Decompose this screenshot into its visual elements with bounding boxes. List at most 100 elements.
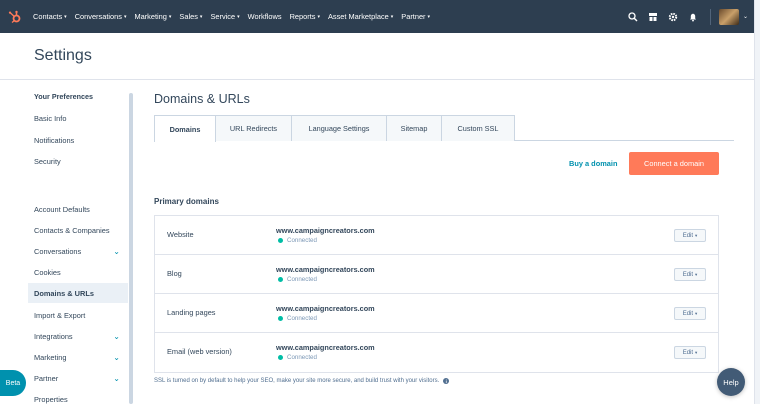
sidebar-item-label: Cookies xyxy=(34,267,61,277)
edit-label: Edit xyxy=(682,271,694,278)
sidebar-item-properties[interactable]: Properties xyxy=(28,389,128,404)
sidebar-item-label: Properties xyxy=(34,394,68,404)
sidebar-item-label: Import & Export xyxy=(34,310,86,320)
sidebar-item-cookies[interactable]: Cookies xyxy=(28,262,128,282)
sidebar-item-notifications[interactable]: Notifications xyxy=(28,130,128,150)
chevron-down-icon: ▾ xyxy=(199,13,203,20)
chevron-down-icon: ▾ xyxy=(317,13,320,20)
status-dot-icon xyxy=(278,238,283,243)
nav-item-label: Service xyxy=(210,12,236,21)
chevron-down-icon: ▾ xyxy=(390,13,394,20)
tab-domains[interactable]: Domains xyxy=(154,115,216,142)
status-text: Connected xyxy=(287,237,317,244)
chevron-down-icon[interactable]: ⌄ xyxy=(113,247,120,256)
nav-item-label: Partner xyxy=(401,12,426,21)
sidebar-item-domains-urls[interactable]: Domains & URLs xyxy=(28,283,128,303)
sidebar-item-label: Partner xyxy=(34,373,59,383)
nav-divider xyxy=(709,8,711,25)
chevron-down-icon[interactable]: ⌄ xyxy=(113,332,120,341)
gear-icon[interactable] xyxy=(664,12,682,22)
sidebar-item-marketing[interactable]: Marketing ⌄ xyxy=(28,347,128,367)
chevron-down-icon: ▾ xyxy=(695,232,698,238)
tab-sitemap[interactable]: Sitemap xyxy=(386,115,442,141)
sidebar-item-contacts-companies[interactable]: Contacts & Companies xyxy=(28,220,128,240)
connect-domain-button[interactable]: Connect a domain xyxy=(629,152,719,175)
status-text: Connected xyxy=(287,276,317,283)
nav-item-contacts[interactable]: Contacts ▾ xyxy=(33,12,67,21)
nav-item-asset-marketplace[interactable]: Asset Marketplace ▾ xyxy=(328,12,393,21)
sidebar-item-label: Security xyxy=(34,156,61,166)
avatar[interactable] xyxy=(718,8,739,25)
status-text: Connected xyxy=(287,354,317,361)
status-badge: Connected xyxy=(278,354,317,361)
nav-item-marketing[interactable]: Marketing ▾ xyxy=(134,12,171,21)
tab-custom-ssl[interactable]: Custom SSL xyxy=(441,115,515,141)
edit-button[interactable]: Edit ▾ xyxy=(674,307,706,320)
row-label: Blog xyxy=(167,269,182,278)
sidebar-heading: Your Preferences xyxy=(34,92,93,101)
edit-button[interactable]: Edit ▾ xyxy=(674,229,706,242)
table-row: Website www.campaigncreators.com Connected… xyxy=(155,216,718,255)
page-title: Settings xyxy=(34,47,92,64)
hubspot-logo[interactable] xyxy=(0,10,30,24)
nav-menu: Contacts ▾ Conversations ▾ Marketing ▾ Sales ▾ S… xyxy=(33,12,438,21)
window-scrollbar[interactable] xyxy=(754,0,760,404)
nav-item-conversations[interactable]: Conversations ▾ xyxy=(75,12,127,21)
status-badge: Connected xyxy=(278,315,317,322)
status-dot-icon xyxy=(278,277,283,282)
edit-label: Edit xyxy=(682,349,694,356)
info-icon[interactable]: i xyxy=(443,378,450,384)
tab-url-redirects[interactable]: URL Redirects xyxy=(215,115,292,141)
ssl-note: SSL is turned on by default to help your… xyxy=(154,378,450,384)
row-label: Website xyxy=(167,230,194,239)
tab-bar: Domains URL Redirects Language Settings Sit… xyxy=(154,115,734,142)
sidebar-scrollbar[interactable] xyxy=(129,93,133,404)
nav-item-label: Marketing xyxy=(134,12,167,21)
nav-item-label: Conversations xyxy=(74,12,122,21)
search-icon[interactable] xyxy=(624,11,642,22)
nav-item-sales[interactable]: Sales ▾ xyxy=(179,12,202,21)
sidebar-item-label: Account Defaults xyxy=(34,204,90,214)
nav-item-label: Workflows xyxy=(247,12,282,21)
nav-item-service[interactable]: Service ▾ xyxy=(210,12,239,21)
edit-button[interactable]: Edit ▾ xyxy=(674,268,706,281)
chevron-down-icon: ▾ xyxy=(695,310,698,316)
buy-domain-link[interactable]: Buy a domain xyxy=(569,159,617,168)
status-dot-icon xyxy=(278,316,283,321)
chevron-down-icon[interactable]: ⌄ xyxy=(113,353,120,362)
row-label: Email (web version) xyxy=(167,347,232,356)
chevron-down-icon: ▾ xyxy=(123,13,127,20)
domain-url: www.campaigncreators.com xyxy=(276,226,375,235)
page-header: Settings xyxy=(0,33,754,80)
chevron-down-icon: ▾ xyxy=(168,13,172,20)
domain-url: www.campaigncreators.com xyxy=(276,304,375,313)
sidebar-item-integrations[interactable]: Integrations ⌄ xyxy=(28,326,128,346)
sidebar-item-label: Basic Info xyxy=(34,113,67,123)
sidebar-item-label: Integrations xyxy=(34,331,73,341)
sidebar-item-basic-info[interactable]: Basic Info xyxy=(28,108,128,128)
edit-button[interactable]: Edit ▾ xyxy=(674,346,706,359)
sidebar-item-conversations[interactable]: Conversations ⌄ xyxy=(28,241,128,261)
sidebar-item-partner[interactable]: Partner ⌄ xyxy=(28,368,128,388)
sidebar-item-account-defaults[interactable]: Account Defaults xyxy=(28,199,128,219)
sidebar-item-security[interactable]: Security xyxy=(28,151,128,171)
sidebar-item-import-export[interactable]: Import & Export xyxy=(28,305,128,325)
domain-url: www.campaigncreators.com xyxy=(276,265,375,274)
nav-item-workflows[interactable]: Workflows xyxy=(248,12,282,21)
bell-icon[interactable] xyxy=(684,12,702,22)
sidebar-item-label: Contacts & Companies xyxy=(34,225,110,235)
chevron-down-icon[interactable]: ⌄ xyxy=(113,374,120,383)
nav-item-partner[interactable]: Partner ▾ xyxy=(401,12,430,21)
nav-item-label: Sales xyxy=(179,12,198,21)
tab-language-settings[interactable]: Language Settings xyxy=(291,115,387,141)
chevron-down-icon[interactable]: ⌄ xyxy=(743,13,748,20)
ssl-note-text: SSL is turned on by default to help your… xyxy=(154,378,440,384)
marketplace-icon[interactable] xyxy=(644,12,662,22)
help-button[interactable]: Help xyxy=(717,368,745,396)
nav-item-reports[interactable]: Reports ▾ xyxy=(290,12,320,21)
chevron-down-icon: ▾ xyxy=(64,13,67,20)
table-row: Landing pages www.campaigncreators.com Con… xyxy=(155,294,718,333)
edit-label: Edit xyxy=(682,232,694,239)
beta-button[interactable]: Beta xyxy=(0,370,26,396)
edit-label: Edit xyxy=(682,310,694,317)
